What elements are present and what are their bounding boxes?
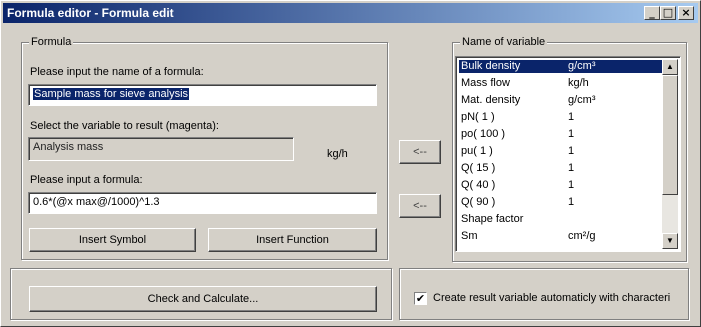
variable-unit: 1 (568, 128, 575, 140)
variable-list-item[interactable]: po( 100 ) 1 (459, 128, 665, 141)
auto-create-label[interactable]: Create result variable automaticly with … (433, 292, 670, 304)
formula-name-input[interactable]: Sample mass for sieve analysis (28, 84, 377, 106)
variable-unit: kg/h (568, 77, 589, 89)
formula-name-label: Please input the name of a formula: (30, 66, 204, 78)
variable-unit: 1 (568, 111, 575, 123)
variable-name: Bulk density (461, 60, 521, 72)
variable-name: Mat. density (461, 94, 521, 106)
formula-group-legend: Formula (29, 36, 74, 48)
result-variable-field: Analysis mass (28, 137, 294, 161)
variable-unit: cm²/g (568, 230, 596, 242)
formula-input[interactable]: 0.6*(@x max@/1000)^1.3 (28, 192, 377, 214)
variable-list-item[interactable]: Q( 40 ) 1 (459, 179, 665, 192)
variable-name: Q( 90 ) (461, 196, 496, 208)
check-calculate-button[interactable]: Check and Calculate... (29, 286, 377, 312)
insert-variable-arrow-button[interactable]: <-- (399, 194, 441, 218)
variable-unit: 1 (568, 196, 575, 208)
result-unit: kg/h (327, 148, 348, 160)
insert-function-button[interactable]: Insert Function (208, 228, 377, 252)
variable-list-item[interactable]: Mass flow kg/h (459, 77, 665, 90)
title-bar[interactable]: Formula editor - Formula edit _ □ × (3, 3, 698, 23)
close-button[interactable]: × (678, 6, 694, 20)
variable-unit: g/cm³ (568, 60, 596, 72)
maximize-button[interactable]: □ (660, 6, 676, 20)
variable-list-item[interactable]: Shape factor (459, 213, 665, 226)
variable-list-item[interactable]: Q( 15 ) 1 (459, 162, 665, 175)
window-title: Formula editor - Formula edit (7, 6, 174, 20)
variable-name: pu( 1 ) (461, 145, 493, 157)
minimize-button[interactable]: _ (644, 6, 660, 20)
variable-list-item[interactable]: Bulk density g/cm³ (459, 60, 665, 73)
formula-label: Please input a formula: (30, 174, 143, 186)
auto-create-checkbox[interactable]: ✔ (414, 292, 427, 305)
variable-unit: 1 (568, 179, 575, 191)
variable-list-item[interactable]: Q( 90 ) 1 (459, 196, 665, 209)
variable-list[interactable]: Bulk density g/cm³ Mass flow kg/h Mat. densi… (455, 56, 681, 252)
variable-list-item[interactable]: pN( 1 ) 1 (459, 111, 665, 124)
scroll-up-arrow-icon[interactable]: ▲ (662, 59, 678, 75)
variable-list-item[interactable]: Mat. density g/cm³ (459, 94, 665, 107)
variable-name: po( 100 ) (461, 128, 506, 140)
variable-unit: 1 (568, 162, 575, 174)
variable-name: Sm (461, 230, 478, 242)
scroll-thumb[interactable] (662, 75, 678, 195)
variable-name: Mass flow (461, 77, 510, 89)
variable-unit: 1 (568, 145, 575, 157)
variable-name: Shape factor (461, 213, 524, 225)
variable-unit: g/cm³ (568, 94, 596, 106)
scroll-down-arrow-icon[interactable]: ▼ (662, 233, 678, 249)
result-variable-label: Select the variable to result (magenta): (30, 120, 219, 132)
variable-name: pN( 1 ) (461, 111, 495, 123)
assign-result-arrow-button[interactable]: <-- (399, 140, 441, 164)
variable-name: Q( 40 ) (461, 179, 496, 191)
formula-name-value: Sample mass for sieve analysis (33, 88, 190, 100)
variable-list-scrollbar[interactable]: ▲ ▼ (662, 59, 678, 249)
variable-list-item[interactable]: pu( 1 ) 1 (459, 145, 665, 158)
variable-list-item[interactable]: Sm cm²/g (459, 230, 665, 243)
insert-symbol-button[interactable]: Insert Symbol (29, 228, 196, 252)
variable-name: Q( 15 ) (461, 162, 496, 174)
variable-group-legend: Name of variable (460, 36, 548, 48)
